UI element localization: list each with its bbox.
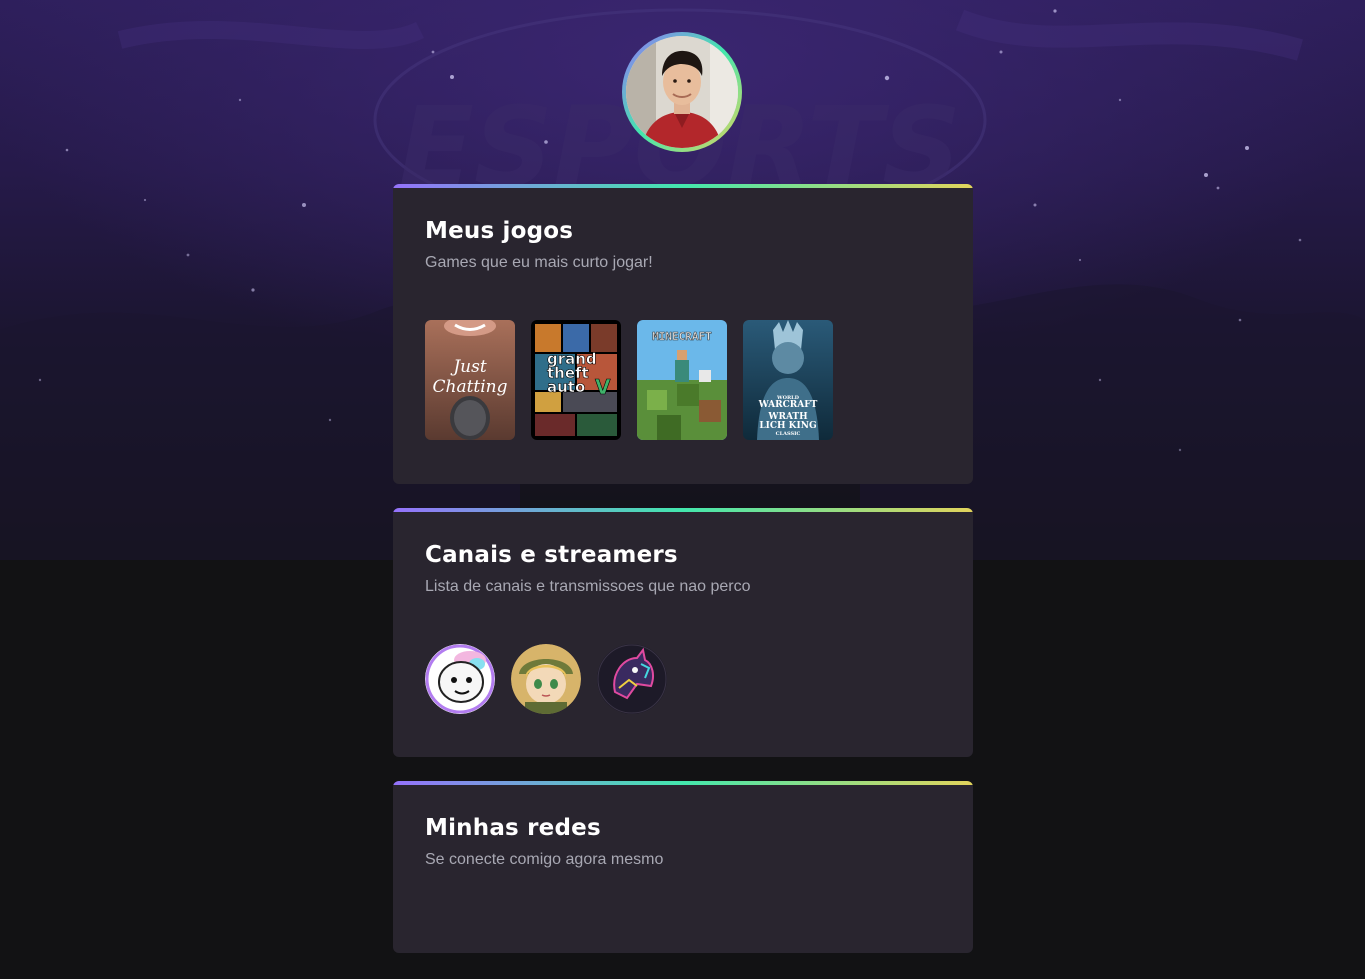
game-minecraft[interactable]: MINECRAFT xyxy=(637,320,727,440)
wow-lich-king-cover: WORLD WARCRAFT WRATH LICH KING CLASSIC xyxy=(743,320,833,440)
game-title-line: Chatting xyxy=(432,377,507,397)
game-title-line: WARCRAFT xyxy=(758,400,818,410)
game-title-line: CLASSIC xyxy=(776,431,801,437)
minecraft-cover: MINECRAFT xyxy=(637,320,727,440)
streamer-3-image xyxy=(597,644,667,714)
games-title: Meus jogos xyxy=(425,218,574,244)
game-title-line: MINECRAFT xyxy=(652,330,712,343)
gta-v-cover: grand theft auto V xyxy=(531,320,621,440)
game-title-line: V xyxy=(595,375,611,399)
streamer-avatar-3[interactable] xyxy=(597,644,667,714)
streamer-1-image xyxy=(425,644,495,714)
games-card: Meus jogos Games que eu mais curto jogar… xyxy=(393,184,973,484)
game-title-line: auto xyxy=(547,378,585,396)
streamers-subtitle: Lista de canais e transmissoes que nao p… xyxy=(425,578,751,595)
streamers-card: Canais e streamers Lista de canais e tra… xyxy=(393,508,973,757)
game-title-line: Just xyxy=(450,357,486,377)
game-title-line: LICH KING xyxy=(759,421,816,431)
streamer-2-image xyxy=(511,644,581,714)
games-subtitle: Games que eu mais curto jogar! xyxy=(425,254,653,271)
game-wow-wotlk[interactable]: WORLD WARCRAFT WRATH LICH KING CLASSIC xyxy=(743,320,833,440)
social-card: Minhas redes Se conecte comigo agora mes… xyxy=(393,781,973,953)
social-title: Minhas redes xyxy=(425,815,601,841)
game-just-chatting[interactable]: Just Chatting xyxy=(425,320,515,440)
streamer-avatar-2[interactable] xyxy=(511,644,581,714)
social-subtitle: Se conecte comigo agora mesmo xyxy=(425,851,664,868)
streamers-title: Canais e streamers xyxy=(425,542,678,568)
streamer-avatar-1[interactable] xyxy=(425,644,495,714)
just-chatting-cover: Just Chatting xyxy=(425,320,515,440)
profile-avatar xyxy=(622,32,742,152)
game-gta-v[interactable]: grand theft auto V xyxy=(531,320,621,440)
profile-photo xyxy=(626,36,738,148)
